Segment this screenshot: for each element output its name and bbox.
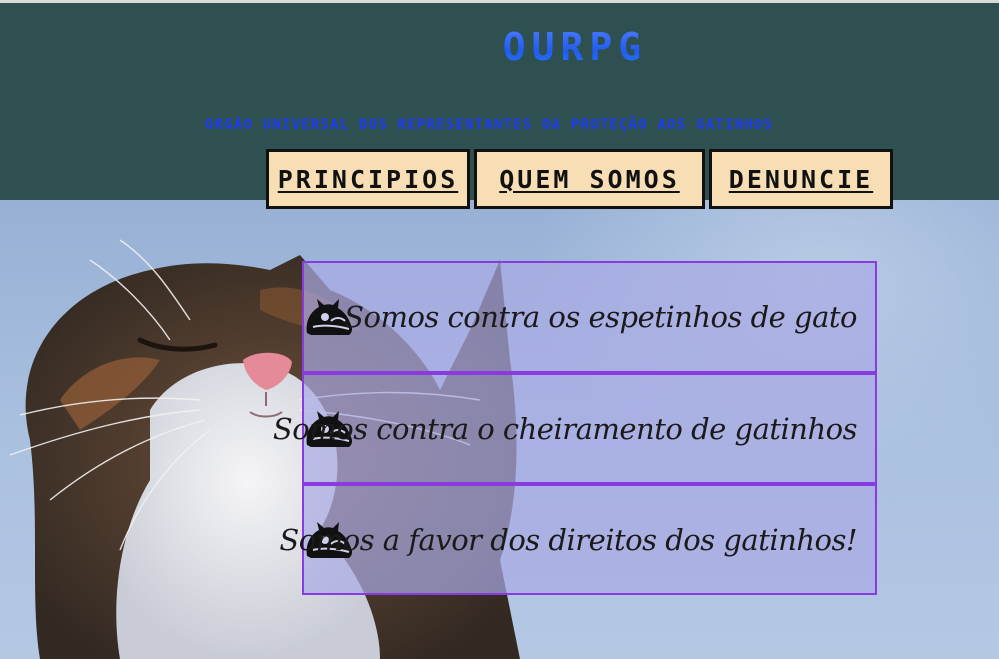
principle-text: Somos contra o cheiramento de gatinhos [272,411,858,446]
principle-card: Somos a favor dos direitos dos gatinhos! [279,483,877,595]
site-title: OURPG [0,25,999,69]
nav-button-denuncie[interactable]: DENUNCIE [709,149,893,209]
site-subtitle: ORGÃO UNIVERSAL DOS REPRESENTANTES DA PR… [205,117,774,133]
nav-button-quem-somos[interactable]: QUEM SOMOS [474,149,705,209]
principle-card: Somos contra os espetinhos de gato [302,261,877,373]
principle-text: Somos a favor dos direitos dos gatinhos! [279,522,857,557]
nav-button-principios[interactable]: PRINCIPIOS [266,149,470,209]
principle-text: Somos contra os espetinhos de gato [344,300,857,334]
principle-card: Somos contra o cheiramento de gatinhos [273,372,877,484]
main-nav: PRINCIPIOS QUEM SOMOS DENUNCIE [266,149,893,209]
principles-list: Somos contra os espetinhos de gato Somos… [273,261,877,595]
page: OURPG ORGÃO UNIVERSAL DOS REPRESENTANTES… [0,0,999,659]
